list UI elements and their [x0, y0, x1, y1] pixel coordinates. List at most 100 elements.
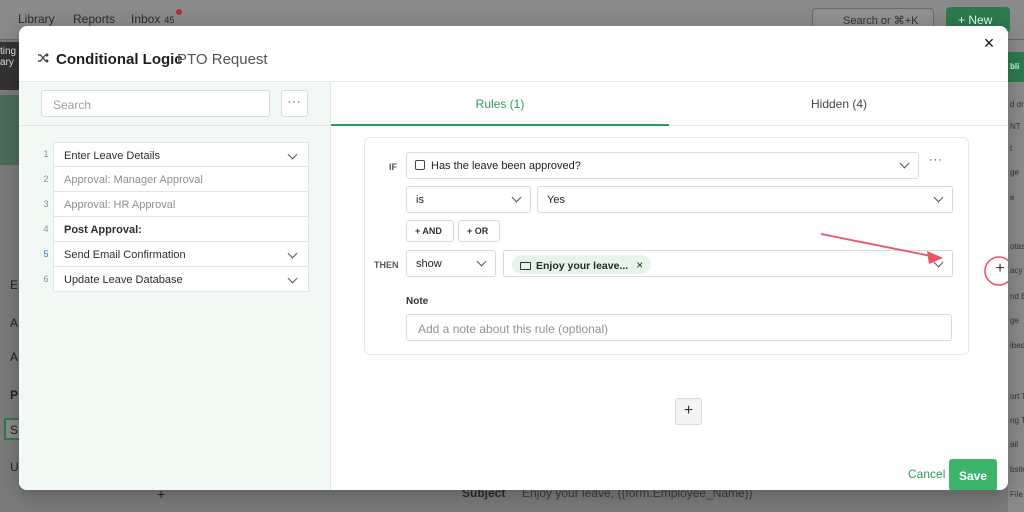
tab-rules[interactable]: Rules (1) [331, 82, 669, 126]
step-item[interactable]: 6 Update Leave Database [36, 267, 309, 292]
chevron-down-icon[interactable] [287, 273, 298, 284]
steps-search-input[interactable]: Search [41, 90, 270, 117]
note-label: Note [406, 296, 429, 307]
step-item[interactable]: 1 Enter Leave Details [36, 142, 309, 167]
background-left-letter: S [10, 423, 19, 437]
close-icon[interactable]: × [981, 34, 997, 52]
step-box[interactable]: Send Email Confirmation [53, 242, 309, 267]
background-left-letter: P [10, 388, 19, 402]
background-left-image [0, 95, 20, 165]
tab-hidden[interactable]: Hidden (4) [670, 82, 1008, 126]
rule-more-button[interactable]: ··· [929, 154, 943, 166]
rule-card: IF Has the leave been approved? ··· is Y… [364, 137, 969, 355]
step-label: Enter Leave Details [64, 150, 160, 162]
step-box[interactable]: Approval: Manager Approval [53, 167, 309, 192]
condition-field-select[interactable]: Has the leave been approved? [406, 152, 919, 179]
background-right-text: NT [1010, 122, 1021, 131]
if-label: IF [389, 162, 397, 172]
step-number: 6 [43, 274, 49, 284]
add-or-button[interactable]: + OR [458, 220, 500, 242]
step-box[interactable]: Enter Leave Details [53, 142, 309, 167]
step-box[interactable]: Post Approval: [53, 217, 309, 242]
background-right-text: bsite [1010, 465, 1024, 474]
modal-title: Conditional Logic [56, 51, 183, 68]
sidebar-more-button[interactable]: ··· [281, 90, 308, 117]
background-right-text: ng T [1010, 416, 1024, 425]
step-item[interactable]: 3 Approval: HR Approval [36, 192, 309, 217]
background-right-text: ail [1010, 440, 1019, 449]
value-value: Yes [547, 194, 565, 206]
nav-inbox: Inbox 45 [131, 12, 174, 26]
background-right-text: ge [1010, 316, 1019, 325]
background-right-text: d dr [1010, 100, 1024, 109]
save-button[interactable]: Save [949, 459, 997, 490]
then-label: THEN [374, 260, 399, 270]
step-item[interactable]: 2 Approval: Manager Approval [36, 167, 309, 192]
step-item[interactable]: 5 Send Email Confirmation [36, 242, 309, 267]
target-select[interactable]: Enjoy your leave... × [503, 250, 953, 277]
nav-library: Library [18, 12, 55, 26]
nav-reports: Reports [73, 12, 116, 26]
add-and-button[interactable]: + AND [406, 220, 454, 242]
chevron-down-icon[interactable] [287, 149, 298, 160]
step-label: Update Leave Database [64, 274, 183, 286]
steps-sidebar: Search ··· 1 Enter Leave Details 2 Appro… [19, 82, 331, 490]
inbox-count-badge: 45 [164, 15, 175, 25]
notification-dot [176, 9, 182, 15]
modal-subtitle: PTO Request [177, 51, 268, 68]
background-right-text: e [1010, 193, 1015, 202]
step-item[interactable]: 4 Post Approval: [36, 217, 309, 242]
chevron-down-icon [933, 257, 944, 268]
chevron-down-icon [933, 192, 944, 203]
step-number: 1 [43, 149, 49, 159]
background-left-dark-text: ary [0, 57, 14, 68]
background-right-text: File [1010, 490, 1023, 499]
conditional-logic-modal: Conditional Logic PTO Request × Search ·… [19, 26, 1008, 490]
background-right-text: nd E [1010, 292, 1024, 301]
background-left-dark-text: ting [0, 46, 17, 57]
background-right-text: t [1010, 144, 1013, 153]
modal-header: Conditional Logic PTO Request × [19, 26, 1008, 82]
background-right-text: otas [1010, 242, 1024, 251]
chevron-down-icon [476, 256, 487, 267]
chip-remove-icon[interactable]: × [636, 258, 643, 272]
nav-inbox-label: Inbox [131, 12, 161, 26]
background-right-text: ge [1010, 168, 1019, 177]
target-chip[interactable]: Enjoy your leave... × [512, 255, 652, 274]
step-box[interactable]: Approval: HR Approval [53, 192, 309, 217]
sidebar-divider [19, 125, 331, 126]
mail-icon [520, 262, 531, 270]
operator-select[interactable]: is [406, 186, 531, 213]
background-left-letter: A [10, 350, 19, 364]
step-label: Post Approval: [64, 224, 142, 236]
steps-list: 1 Enter Leave Details 2 Approval: Manage… [36, 142, 309, 292]
action-value: show [416, 258, 442, 270]
step-box[interactable]: Update Leave Database [53, 267, 309, 292]
step-label: Approval: Manager Approval [64, 174, 203, 186]
chevron-down-icon [899, 158, 910, 169]
shuffle-icon [38, 53, 49, 63]
step-number: 5 [43, 249, 49, 259]
action-select[interactable]: show [406, 250, 496, 277]
value-select[interactable]: Yes [537, 186, 953, 213]
step-label: Send Email Confirmation [64, 249, 186, 261]
note-input[interactable]: Add a note about this rule (optional) [406, 314, 952, 341]
background-right-text: acy [1010, 266, 1023, 275]
step-label: Approval: HR Approval [64, 199, 176, 211]
background-left-letter: A [10, 316, 19, 330]
add-rule-button[interactable]: + [675, 398, 702, 425]
target-chip-label: Enjoy your leave... [536, 260, 629, 272]
chevron-down-icon[interactable] [287, 248, 298, 259]
background-right-text: ibed [1010, 341, 1024, 350]
cancel-button[interactable]: Cancel [908, 467, 945, 481]
step-number: 2 [43, 174, 49, 184]
background-left-letter: E [10, 278, 19, 292]
background-left-letter: U [10, 460, 19, 474]
background-left-dark: ting ary [0, 42, 20, 90]
condition-field-value: Has the leave been approved? [431, 160, 581, 172]
background-right-text: ort T [1010, 392, 1024, 401]
add-condition-button[interactable]: + [987, 257, 1008, 283]
background-right-text: bli [1010, 62, 1020, 71]
step-number: 3 [43, 199, 49, 209]
step-number: 4 [43, 224, 49, 234]
